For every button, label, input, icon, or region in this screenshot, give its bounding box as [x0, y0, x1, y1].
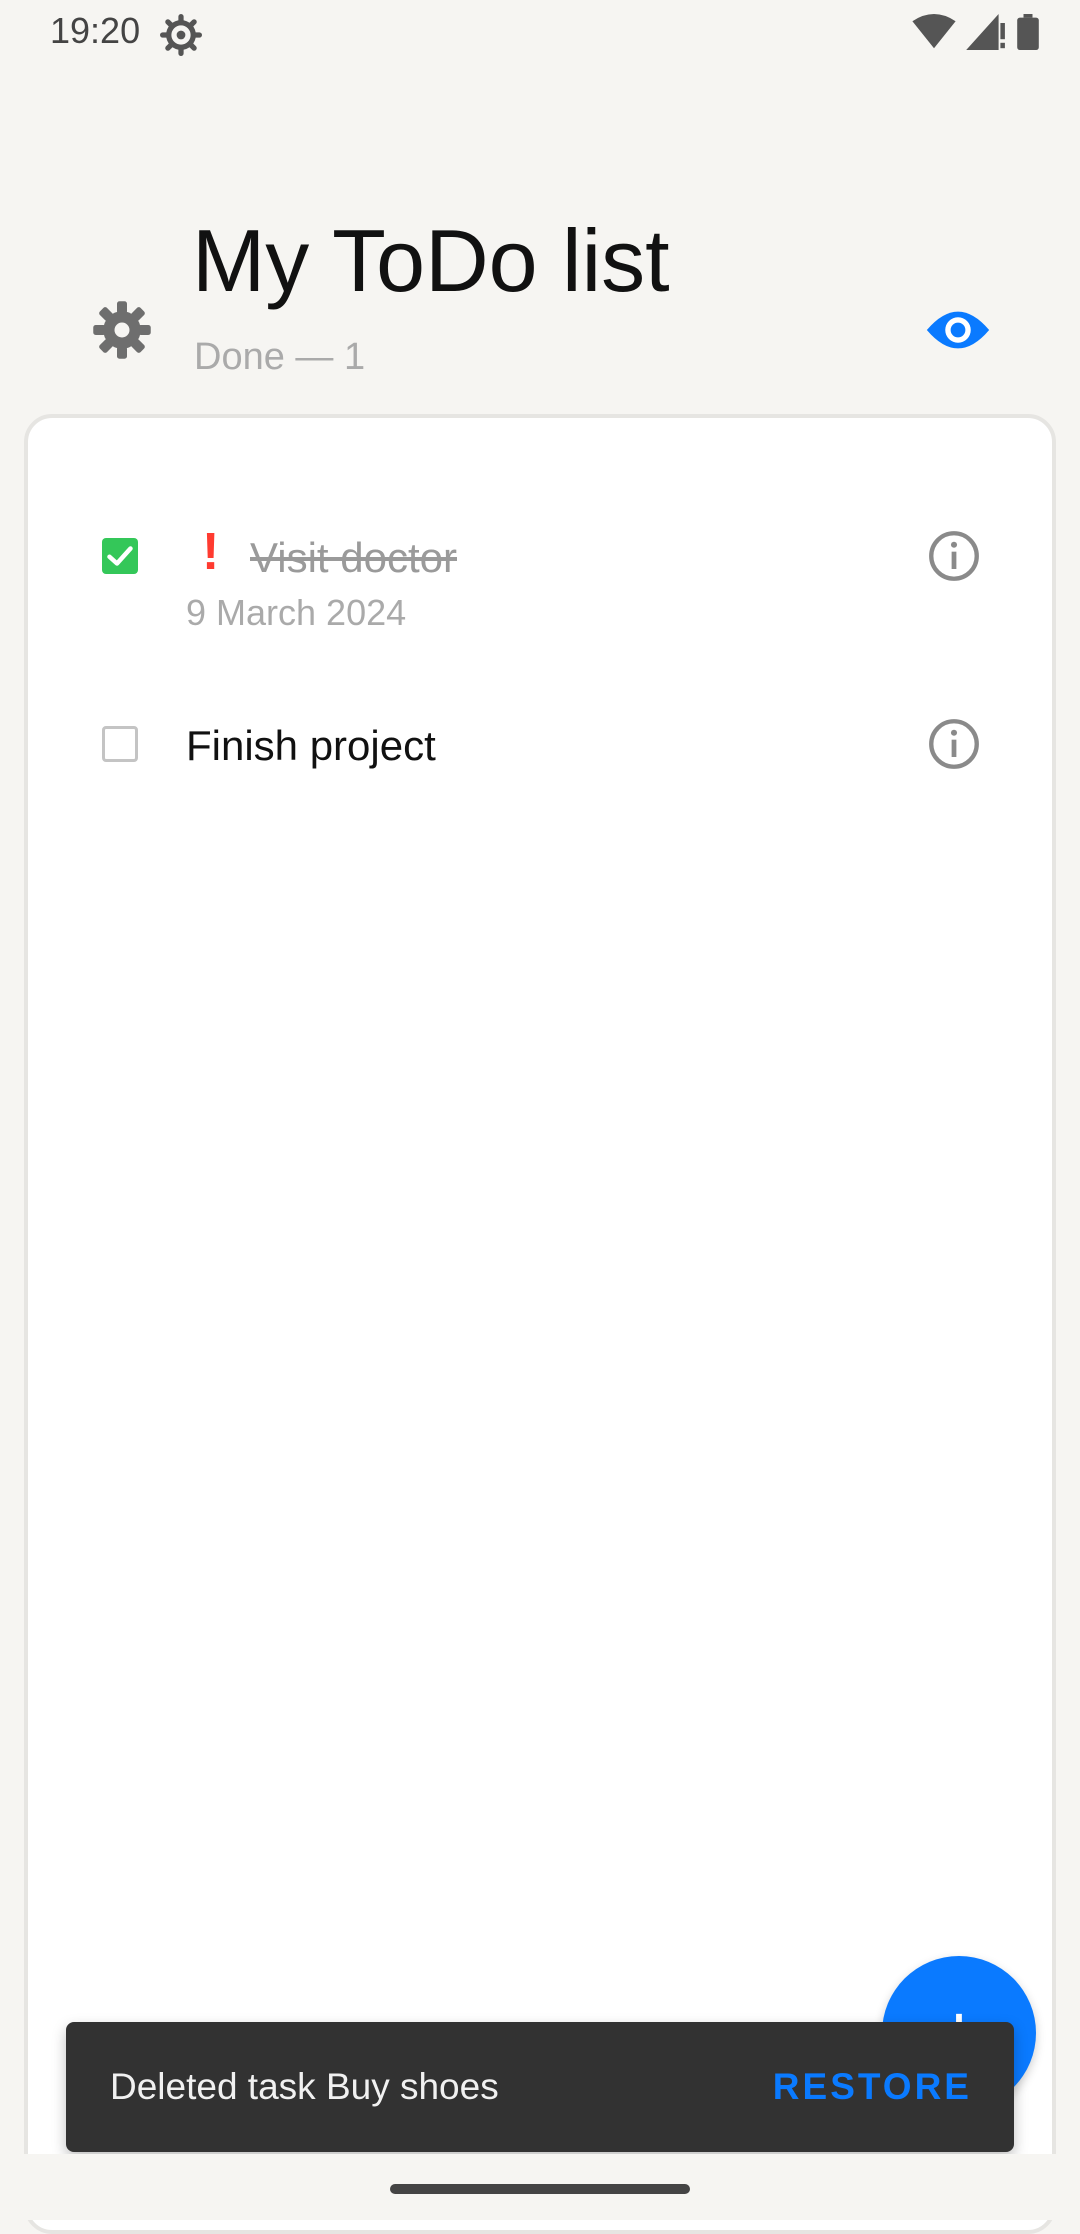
- page-title: My ToDo list: [192, 211, 670, 310]
- status-time: 19:20: [50, 10, 141, 51]
- checkbox-unchecked[interactable]: [102, 726, 138, 762]
- gear-icon[interactable]: [92, 300, 152, 360]
- task-row[interactable]: Finish project: [24, 700, 1056, 800]
- snackbar: Deleted task Buy shoes RESTORE: [66, 2022, 1014, 2152]
- task-row[interactable]: ! Visit doctor 9 March 2024: [24, 500, 1056, 660]
- checkbox-checked[interactable]: [102, 538, 138, 574]
- done-count: Done — 1: [194, 336, 366, 378]
- home-handle[interactable]: [390, 2184, 690, 2194]
- battery-icon: [1017, 14, 1039, 50]
- eye-icon[interactable]: [924, 300, 992, 360]
- snackbar-message: Deleted task Buy shoes: [110, 2066, 499, 2107]
- navigation-bar: [0, 2154, 1080, 2220]
- info-icon[interactable]: [928, 530, 980, 582]
- wifi-icon: [912, 14, 956, 49]
- gear-icon: [160, 14, 202, 56]
- status-bar: 19:20: [0, 0, 1080, 70]
- signal-icon: [966, 14, 1005, 50]
- info-icon[interactable]: [928, 718, 980, 770]
- restore-button[interactable]: RESTORE: [773, 2066, 972, 2108]
- task-title: Visit doctor: [250, 534, 457, 581]
- status-icons: [912, 14, 1040, 50]
- priority-icon: !: [202, 523, 220, 581]
- task-title: Finish project: [186, 722, 436, 769]
- task-date: 9 March 2024: [186, 592, 407, 633]
